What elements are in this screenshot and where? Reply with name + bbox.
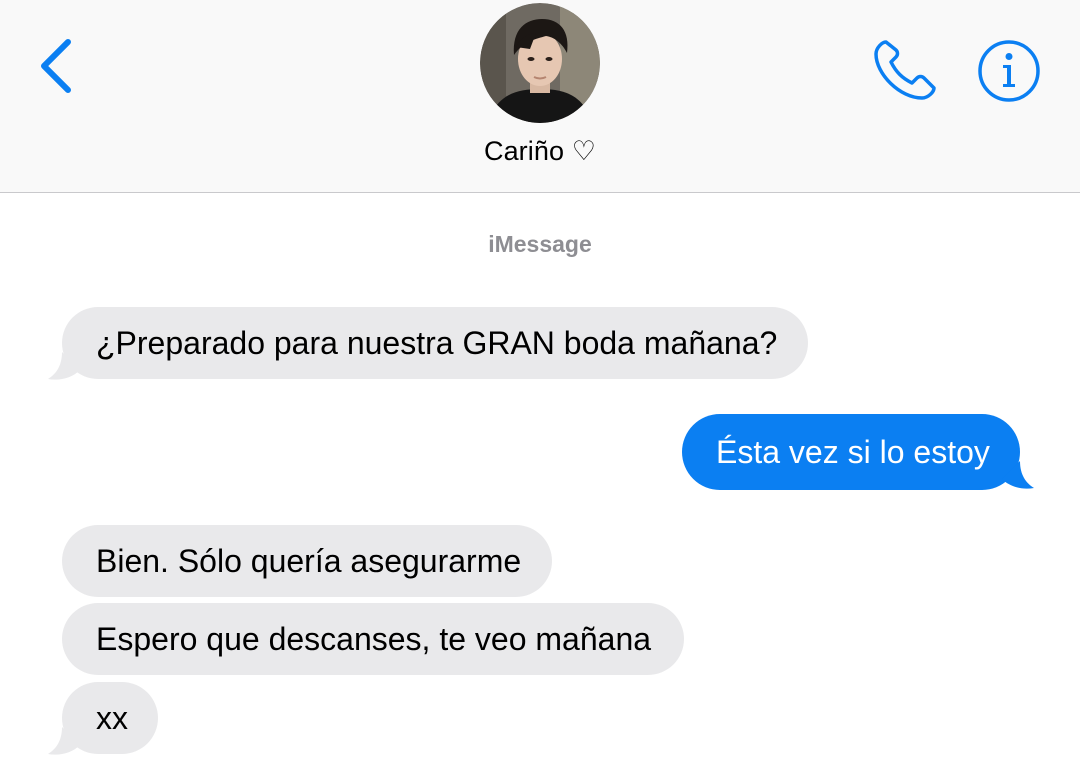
service-label: iMessage	[488, 231, 592, 257]
avatar-photo	[480, 3, 600, 123]
incoming-message-bubble[interactable]: Espero que descanses, te veo mañana	[62, 603, 684, 675]
incoming-message-bubble[interactable]: Bien. Sólo quería asegurarme	[62, 525, 552, 597]
incoming-bubble-tail	[48, 727, 80, 755]
call-button[interactable]	[868, 34, 942, 106]
messages-screen: Cariño ♡ iMessage ¿Preparado para nuestr…	[0, 0, 1080, 778]
back-button[interactable]	[30, 34, 82, 98]
info-icon	[978, 40, 1040, 102]
outgoing-message-bubble[interactable]: Ésta vez si lo estoy	[682, 414, 1020, 490]
incoming-bubble-tail	[48, 352, 80, 380]
contact-name[interactable]: Cariño ♡	[0, 136, 1080, 167]
conversation-header: Cariño ♡	[0, 0, 1080, 193]
outgoing-bubble-tail	[1002, 461, 1034, 489]
contact-avatar[interactable]	[480, 3, 600, 123]
phone-icon	[874, 40, 936, 100]
incoming-message-bubble[interactable]: ¿Preparado para nuestra GRAN boda mañana…	[62, 307, 808, 379]
info-button[interactable]	[976, 38, 1042, 104]
chevron-left-icon	[41, 39, 71, 93]
